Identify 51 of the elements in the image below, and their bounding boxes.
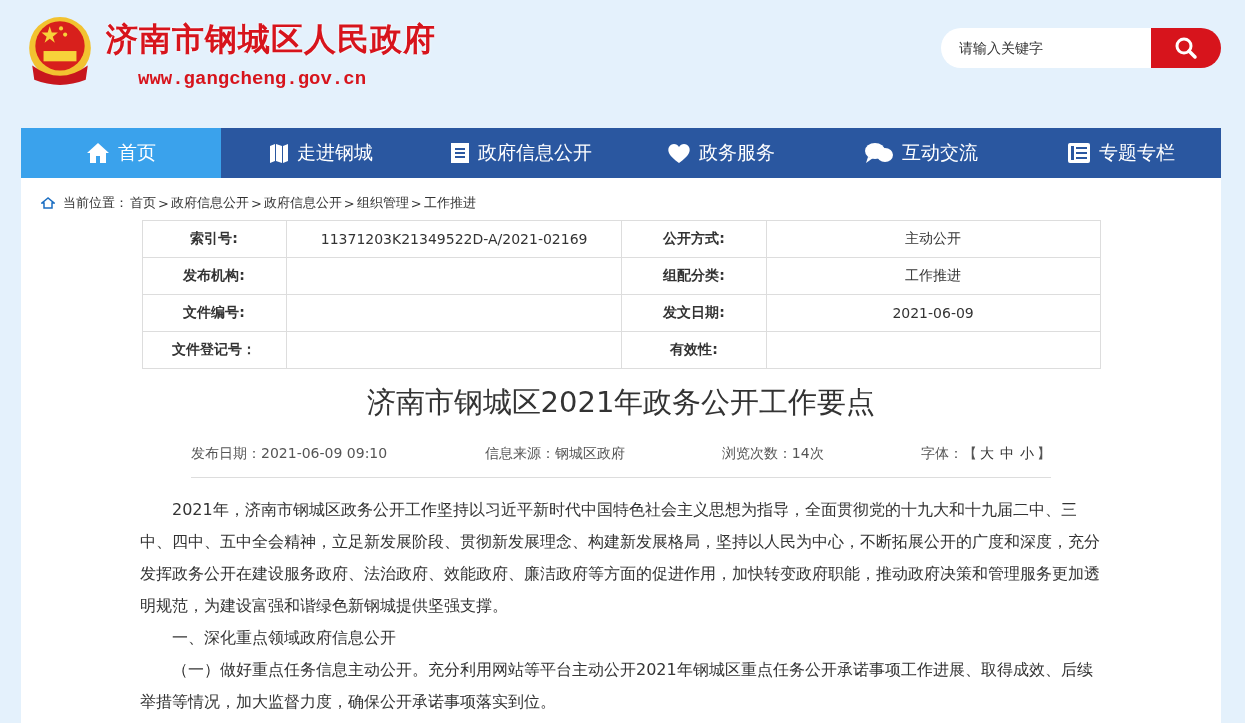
breadcrumb-link[interactable]: 组织管理: [356, 194, 409, 212]
breadcrumb-link[interactable]: 工作推进: [423, 194, 476, 212]
article-paragraph: （一）做好重点任务信息主动公开。充分利用网站等平台主动公开2021年钢城区重点任务公开承诺事项工作进展、取得成效、后续举措等情况，加大监督力度，确保公开承诺事项落实到位。: [140, 659, 1094, 713]
article-info: 浏览次数：14次: [721, 445, 824, 463]
meta-label-cell: 公开方式:: [621, 220, 767, 258]
article-paragraph: 2021年，济南市钢城区政务公开工作坚持以习近平新时代中国特色社会主义思想为指导，全面贯彻党的十九大和十九届二中、三中、四中、五中全会精神，立足新发展阶段、贯彻新发展理念、构建新发展格局，坚持以人民为中心，不断拓展公开的广度和深度，充分发挥政务公开在建设服务政府、法治政府、效能政府、廉洁政府等方面的促进作用，加快转变政府职能，推动政府决策和管理服务更加透明规范，为建设富强和谐绿色新钢城提供坚强支撑。: [140, 499, 1101, 617]
article-info: 信息来源：钢城区政府: [484, 445, 625, 463]
article-title: 济南市钢城区2021年政务公开工作要点: [365, 384, 877, 421]
nav-tab[interactable]: 政务服务: [621, 128, 821, 178]
article-paragraph: 一、深化重点领域政府信息公开: [171, 627, 397, 649]
breadcrumb-label: 当前位置：: [63, 194, 128, 212]
document-icon: [1067, 142, 1091, 164]
meta-label-cell: 有效性:: [621, 331, 767, 369]
meta-label-cell: 发布机构:: [142, 257, 287, 295]
meta-value-cell: 工作推进: [766, 257, 1100, 295]
breadcrumb-separator: >: [410, 195, 422, 211]
nav-tab[interactable]: 专题专栏: [1021, 128, 1221, 178]
breadcrumb-link[interactable]: 政府信息公开: [170, 194, 249, 212]
font-size-link[interactable]: 大: [980, 445, 994, 461]
meta-label-cell: 文件登记号：: [142, 331, 287, 369]
search-field[interactable]: 请输入关键字: [941, 28, 1151, 68]
font-size-link[interactable]: 中: [1000, 445, 1014, 461]
nav-tab[interactable]: 互动交流: [821, 128, 1021, 178]
font-size-link[interactable]: 小: [1020, 445, 1034, 461]
breadcrumb-link[interactable]: 首页: [130, 194, 156, 212]
meta-value-cell: 主动公开: [766, 220, 1100, 258]
site-title: 济南市钢城区人民政府: [106, 19, 436, 60]
breadcrumb-separator: >: [158, 195, 169, 211]
chat-icon: [864, 142, 894, 164]
search-button[interactable]: [1151, 28, 1221, 68]
home-icon: [41, 197, 55, 209]
meta-label-cell: 组配分类:: [621, 257, 767, 295]
meta-label-cell: 发文日期:: [621, 294, 767, 332]
meta-value-cell: 2021-06-09: [766, 294, 1100, 332]
heart-icon: [667, 142, 691, 164]
list-icon: [450, 142, 470, 164]
nav-tab[interactable]: 政府信息公开: [421, 128, 621, 178]
map-icon: [269, 142, 289, 164]
meta-value-cell: 11371203K21349522D-A/2021-02169: [286, 220, 622, 258]
breadcrumb-link[interactable]: 政府信息公开: [263, 194, 342, 212]
font-size-label: 字体：【: [921, 445, 977, 461]
meta-label-cell: 文件编号:: [142, 294, 287, 332]
font-size-bracket: 】: [1037, 445, 1051, 461]
site-url: www.gangcheng.gov.cn: [138, 68, 368, 90]
article-info: 发布日期：2021-06-09 09:10: [191, 445, 388, 463]
breadcrumb-separator: >: [250, 195, 262, 211]
breadcrumb-separator: >: [343, 195, 355, 211]
search-icon: [1174, 36, 1198, 60]
nav-tab[interactable]: 走进钢城: [221, 128, 421, 178]
meta-label-cell: 索引号:: [142, 220, 287, 258]
home-icon: [86, 142, 110, 164]
